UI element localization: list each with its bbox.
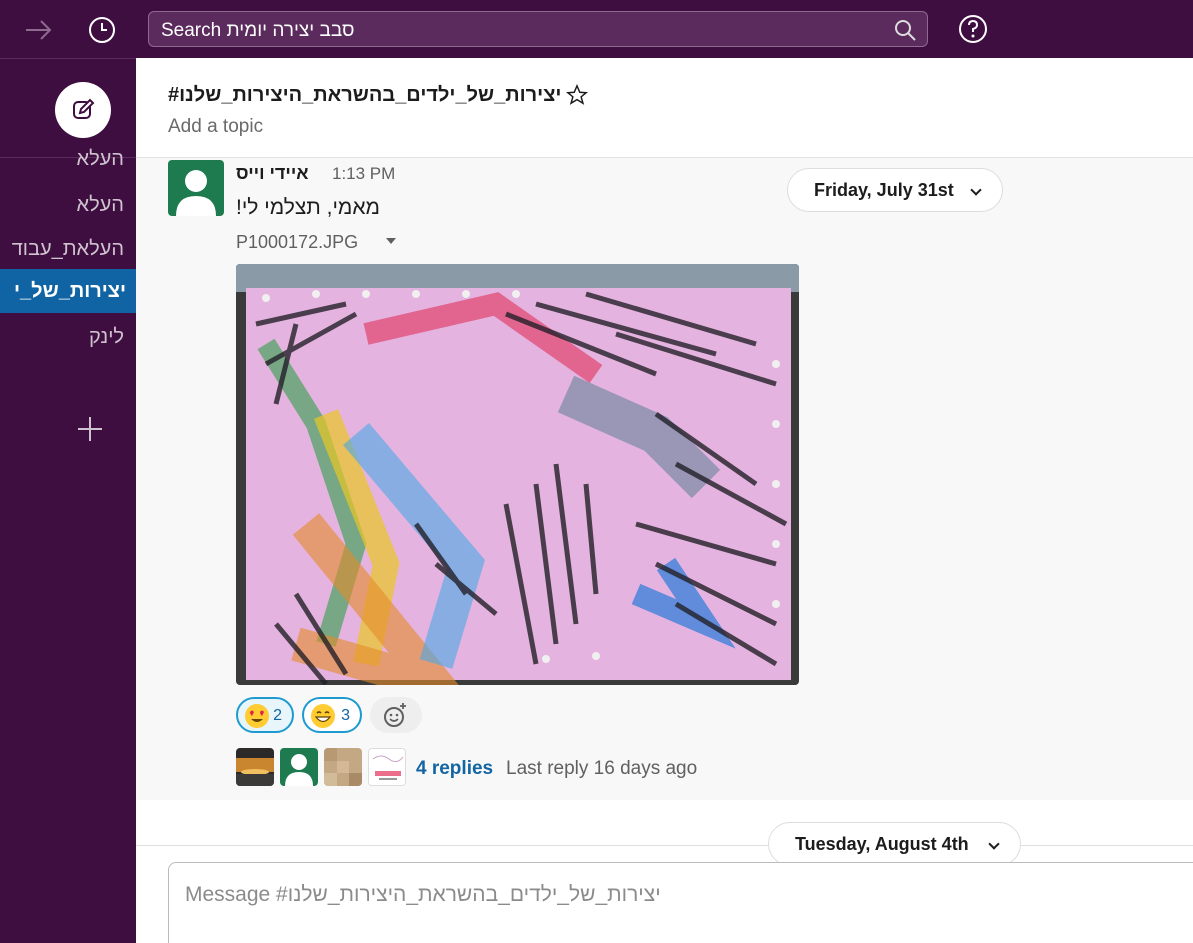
sidebar-channel[interactable]: העלא: [77, 137, 124, 181]
message-text: מאמי, תצלמי לי!: [236, 196, 380, 219]
search-text: Search סבב יצירה יומית: [161, 20, 355, 41]
star-icon[interactable]: [565, 83, 589, 106]
add-channel-icon[interactable]: [76, 415, 104, 443]
message-area: איידי וייס 1:13 PM מאמי, תצלמי לי! P1000…: [136, 158, 1193, 800]
message-time[interactable]: 1:13 PM: [332, 164, 395, 184]
compose-button[interactable]: [55, 82, 111, 138]
message-input[interactable]: Message #יצירות_של_ילדים_בהשראת_היצירות_…: [168, 862, 1193, 943]
channel-header: יצירות_של_ילדים_בהשראת_היצירות_שלנו# Add…: [136, 58, 1193, 158]
chevron-down-icon: [970, 184, 982, 196]
help-icon[interactable]: [958, 14, 988, 44]
add-topic-link[interactable]: Add a topic: [168, 116, 263, 138]
reaction-grin[interactable]: 3: [302, 697, 362, 733]
search-bar[interactable]: Search סבב יצירה יומית: [148, 11, 928, 47]
sidebar: העלא העלא העלאת_עבוד יצירות_של_י לינק: [0, 58, 136, 943]
reply-avatar: [368, 748, 406, 786]
last-reply-text: Last reply 16 days ago: [506, 758, 698, 779]
forward-arrow-icon[interactable]: [22, 14, 54, 46]
sidebar-channel[interactable]: לינק: [89, 315, 124, 359]
reaction-count: 3: [341, 707, 350, 724]
attached-image[interactable]: [236, 264, 799, 685]
grin-emoji-icon: [311, 704, 335, 728]
avatar[interactable]: [168, 160, 224, 216]
replies-link[interactable]: 4 replies: [416, 758, 493, 780]
reaction-count: 2: [273, 707, 282, 724]
date-divider-button[interactable]: Friday, July 31st: [787, 168, 1003, 212]
message-author[interactable]: איידי וייס: [236, 163, 309, 184]
date-label: Friday, July 31st: [814, 180, 954, 200]
search-icon[interactable]: [893, 18, 917, 42]
top-bar: Search סבב יצירה יומית: [0, 0, 1193, 58]
reply-avatar: [280, 748, 318, 786]
history-clock-icon[interactable]: [86, 14, 118, 46]
reply-avatar: [236, 748, 274, 786]
file-name[interactable]: P1000172.JPG: [236, 232, 358, 253]
add-reaction-button[interactable]: [370, 697, 422, 733]
compose-icon: [73, 98, 95, 119]
channel-name[interactable]: יצירות_של_ילדים_בהשראת_היצירות_שלנו#: [168, 84, 561, 107]
heart-eyes-emoji-icon: [245, 704, 269, 728]
sidebar-channel[interactable]: העלא: [77, 183, 124, 227]
add-emoji-icon: [384, 703, 406, 727]
chevron-down-icon[interactable]: [386, 238, 396, 244]
date-divider-button[interactable]: Tuesday, August 4th: [768, 822, 1021, 866]
reaction-heart-eyes[interactable]: 2: [236, 697, 294, 733]
reply-avatar: [324, 748, 362, 786]
chevron-down-icon: [988, 838, 1000, 850]
date-label: Tuesday, August 4th: [795, 834, 969, 854]
message-placeholder: Message #יצירות_של_ילדים_בהשראת_היצירות_…: [185, 883, 661, 906]
sidebar-channel-active[interactable]: יצירות_של_י: [0, 269, 136, 313]
sidebar-channel[interactable]: העלאת_עבוד: [12, 227, 124, 271]
day-divider-line: [136, 845, 1193, 846]
